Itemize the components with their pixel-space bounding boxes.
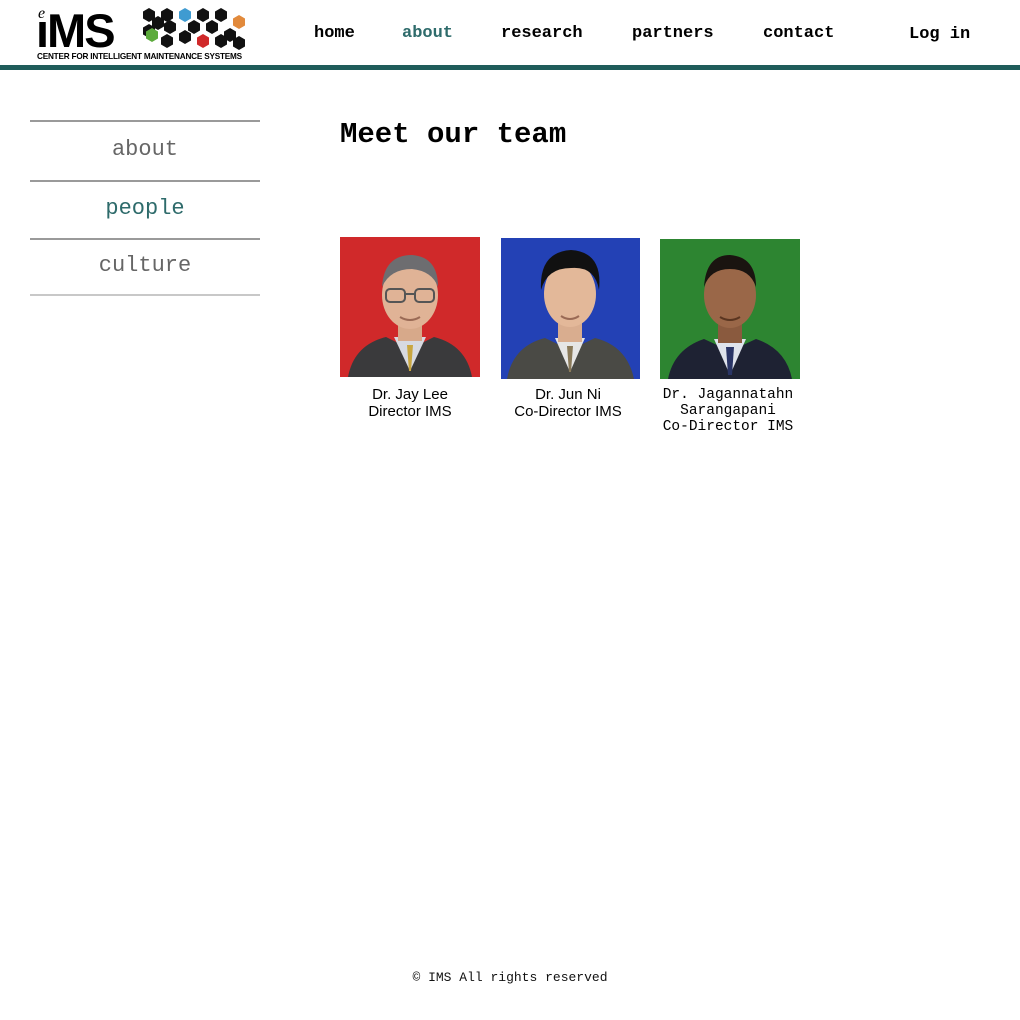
team-role: Co-Director IMS <box>662 419 794 435</box>
nav-about[interactable]: about <box>402 24 453 43</box>
footer-copyright: © IMS All rights reserved <box>412 970 608 985</box>
logo-wordmark: iMS <box>36 4 116 57</box>
nav-contact[interactable]: contact <box>763 24 834 43</box>
portrait-photo <box>340 237 480 377</box>
login-link[interactable]: Log in <box>909 25 970 44</box>
team-photo-jay-lee[interactable] <box>340 237 480 377</box>
team-photo-jagannatahn-sarangapani[interactable] <box>660 239 800 379</box>
team-photo-jun-ni[interactable] <box>501 238 640 379</box>
nav-home[interactable]: home <box>314 24 355 43</box>
site-header: iMS e CENTER FOR INTELLIGENT MAINTENANCE… <box>0 0 1020 65</box>
sidebar-item-people[interactable]: people <box>30 180 260 238</box>
page-title: Meet our team <box>340 118 567 151</box>
about-sidebar: about people culture <box>30 120 260 296</box>
team-name-line1: Dr. Jagannatahn <box>662 387 794 403</box>
logo-prefix: e <box>37 5 47 22</box>
header-divider <box>0 65 1020 70</box>
nav-partners[interactable]: partners <box>632 24 714 43</box>
nav-research[interactable]: research <box>501 24 583 43</box>
portrait-photo <box>660 239 800 379</box>
hexagon-cluster-icon <box>143 8 245 50</box>
team-name-line2: Sarangapani <box>680 403 776 419</box>
portrait-photo <box>501 238 640 379</box>
sidebar-item-culture[interactable]: culture <box>30 238 260 296</box>
sidebar-item-about[interactable]: about <box>30 120 260 180</box>
team-caption-3: Dr. Jagannatahn Sarangapani Co-Director … <box>628 387 828 435</box>
ims-logo[interactable]: iMS e CENTER FOR INTELLIGENT MAINTENANCE… <box>36 6 246 64</box>
logo-tagline: CENTER FOR INTELLIGENT MAINTENANCE SYSTE… <box>37 52 242 61</box>
